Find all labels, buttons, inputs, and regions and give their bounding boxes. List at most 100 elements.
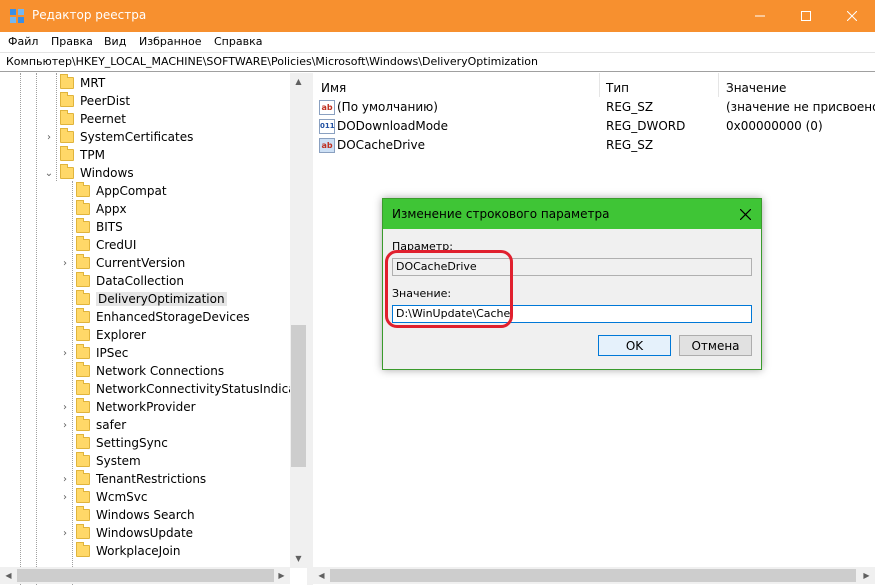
scroll-down-icon[interactable]: ▼ (290, 550, 307, 567)
tree-item[interactable]: › TenantRestrictions (60, 470, 206, 488)
list-row[interactable]: ab DOCacheDrive REG_SZ (313, 136, 875, 155)
tree-item-label: Appx (96, 202, 127, 216)
window-title: Редактор реестра (32, 8, 147, 22)
tree-item[interactable]: EnhancedStorageDevices (60, 308, 250, 326)
chevron-right-icon[interactable]: › (44, 128, 54, 146)
list-hscroll-thumb[interactable] (330, 569, 856, 582)
chevron-right-icon[interactable]: › (60, 398, 70, 416)
value-type: REG_DWORD (606, 119, 686, 133)
folder-icon (76, 290, 90, 305)
value-name: DOCacheDrive (337, 138, 425, 152)
scroll-left-icon[interactable]: ◀ (313, 567, 330, 584)
tree-item[interactable]: System (60, 452, 141, 470)
folder-icon (76, 434, 90, 449)
column-header-name[interactable]: Имя (321, 81, 346, 95)
tree-item[interactable]: › WindowsUpdate (60, 524, 193, 542)
folder-icon (60, 128, 74, 143)
folder-icon (76, 326, 90, 341)
menu-view[interactable]: Вид (104, 35, 126, 48)
scroll-right-icon[interactable]: ▶ (273, 567, 290, 584)
close-icon (847, 11, 857, 21)
tree-item[interactable]: › IPSec (60, 344, 128, 362)
tree-item[interactable]: › CurrentVersion (60, 254, 185, 272)
maximize-button[interactable] (783, 0, 829, 32)
tree-item[interactable]: WorkplaceJoin (60, 542, 181, 560)
folder-icon (76, 470, 90, 485)
tree-item[interactable]: Appx (60, 200, 127, 218)
close-button[interactable] (829, 0, 875, 32)
column-divider[interactable] (599, 73, 600, 97)
tree-item[interactable]: › safer (60, 416, 126, 434)
tree-item[interactable]: DeliveryOptimization (60, 290, 227, 308)
folder-icon (76, 200, 90, 215)
tree-item[interactable]: MRT (44, 74, 105, 92)
tree-item[interactable]: AppCompat (60, 182, 167, 200)
tree-item-label: TenantRestrictions (96, 472, 207, 486)
tree-item[interactable]: TPM (44, 146, 105, 164)
tree-item-label: Explorer (96, 328, 146, 342)
tree-item[interactable]: Windows Search (60, 506, 195, 524)
tree-item[interactable]: › WcmSvc (60, 488, 147, 506)
scroll-right-icon[interactable]: ▶ (858, 567, 875, 584)
chevron-right-icon[interactable]: › (60, 524, 70, 542)
tree-item[interactable]: Network Connections (60, 362, 224, 380)
column-divider[interactable] (718, 73, 719, 97)
string-value-icon: ab (319, 100, 335, 115)
folder-icon (76, 452, 90, 467)
menu-favorites[interactable]: Избранное (139, 35, 201, 48)
list-row[interactable]: ab (По умолчанию) REG_SZ (значение не пр… (313, 98, 875, 117)
column-header-type[interactable]: Тип (606, 81, 629, 95)
tree-item[interactable]: NetworkConnectivityStatusIndicator (60, 380, 306, 398)
minimize-icon (755, 15, 765, 17)
tree-item[interactable]: BITS (60, 218, 123, 236)
chevron-right-icon[interactable]: › (60, 470, 70, 488)
chevron-right-icon[interactable]: › (60, 488, 70, 506)
scroll-left-icon[interactable]: ◀ (0, 567, 17, 584)
folder-icon (60, 110, 74, 125)
tree-item[interactable]: SettingSync (60, 434, 168, 452)
ok-button[interactable]: OK (598, 335, 671, 356)
tree-item-label: MRT (80, 76, 106, 90)
tree-item[interactable]: › SystemCertificates (44, 128, 193, 146)
chevron-right-icon[interactable]: › (60, 254, 70, 272)
scroll-up-icon[interactable]: ▲ (290, 73, 307, 90)
address-path[interactable]: Компьютер\HKEY_LOCAL_MACHINE\SOFTWARE\Po… (6, 55, 538, 68)
folder-icon (76, 344, 90, 359)
folder-icon (76, 362, 90, 377)
menu-file[interactable]: Файл (8, 35, 38, 48)
dialog-close-button[interactable] (735, 204, 755, 224)
tree-item-label: WorkplaceJoin (96, 544, 181, 558)
column-header-value[interactable]: Значение (726, 81, 786, 95)
folder-icon (76, 218, 90, 233)
minimize-button[interactable] (737, 0, 783, 32)
tree-item[interactable]: Peernet (44, 110, 126, 128)
tree-item-label: safer (96, 418, 127, 432)
tree-item[interactable]: ⌄ Windows (44, 164, 134, 182)
folder-icon (76, 272, 90, 287)
cancel-button[interactable]: Отмена (679, 335, 752, 356)
tree-item[interactable]: PeerDist (44, 92, 130, 110)
menu-edit[interactable]: Правка (51, 35, 93, 48)
address-bar[interactable]: Компьютер\HKEY_LOCAL_MACHINE\SOFTWARE\Po… (0, 52, 875, 72)
folder-icon (76, 506, 90, 521)
list-row[interactable]: 011 DODownloadMode REG_DWORD 0x00000000 … (313, 117, 875, 136)
tree-item[interactable]: › NetworkProvider (60, 398, 196, 416)
tree-item[interactable]: Explorer (60, 326, 146, 344)
chevron-right-icon[interactable]: › (60, 344, 70, 362)
tree-hscroll-thumb[interactable] (17, 569, 274, 582)
tree-item[interactable]: CredUI (60, 236, 136, 254)
dword-value-icon: 011 (319, 119, 335, 134)
chevron-right-icon[interactable]: › (60, 416, 70, 434)
tree-item[interactable]: DataCollection (60, 272, 184, 290)
chevron-down-icon[interactable]: ⌄ (44, 164, 54, 182)
folder-icon (76, 542, 90, 557)
menu-help[interactable]: Справка (214, 35, 262, 48)
tree-vertical-scrollbar[interactable] (290, 73, 307, 568)
tree-scroll-thumb[interactable] (291, 325, 306, 467)
